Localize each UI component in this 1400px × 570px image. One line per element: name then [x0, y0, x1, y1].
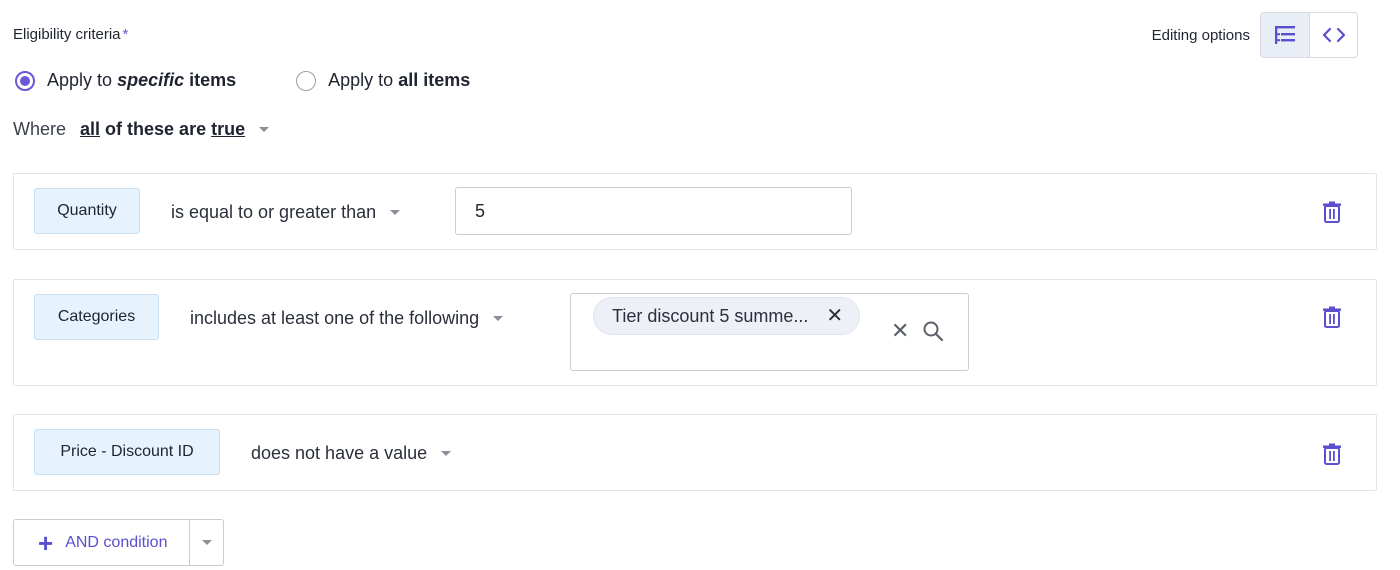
add-condition-dropdown-button[interactable]	[189, 520, 223, 565]
apply-specific-items-option[interactable]: Apply to specific items	[15, 70, 236, 91]
condition-row: Quantity is equal to or greater than 5	[13, 173, 1377, 250]
condition-field-label: Categories	[57, 308, 136, 325]
where-middle-text: of these are	[105, 119, 207, 139]
radio-specific-items[interactable]	[15, 70, 35, 91]
eligibility-label-text: Eligibility criteria	[13, 26, 121, 43]
apply-all-prefix: Apply to	[328, 70, 394, 90]
delete-condition-button[interactable]	[1320, 305, 1344, 329]
chevron-down-icon	[201, 540, 212, 545]
remove-tag-icon[interactable]: ✕	[826, 306, 843, 326]
code-icon	[1322, 27, 1345, 43]
condition-row: Categories includes at least one of the …	[13, 279, 1377, 386]
clear-all-icon[interactable]: ✕	[891, 318, 909, 344]
trash-icon	[1323, 306, 1341, 328]
apply-specific-suffix: items	[189, 70, 237, 90]
category-multiselect[interactable]: Tier discount 5 summe... ✕ ✕	[570, 293, 969, 371]
chevron-down-icon	[493, 316, 504, 321]
condition-operator-dropdown[interactable]: is equal to or greater than	[171, 202, 401, 223]
required-mark: *	[122, 26, 129, 43]
apply-specific-prefix: Apply to	[47, 70, 113, 90]
selected-category-tag: Tier discount 5 summe... ✕	[593, 297, 861, 335]
condition-field-label: Price - Discount ID	[60, 443, 194, 460]
trash-icon	[1323, 443, 1341, 465]
list-tree-icon	[1275, 26, 1295, 44]
condition-operator-dropdown[interactable]: includes at least one of the following	[190, 308, 504, 329]
editing-options-label: Editing options	[1151, 26, 1250, 44]
chevron-down-icon	[259, 127, 270, 132]
condition-value-text: 5	[475, 200, 486, 221]
where-clause: Where all of these are true	[13, 119, 270, 140]
visual-editor-button[interactable]	[1261, 13, 1309, 57]
condition-field-chip[interactable]: Categories	[34, 294, 159, 340]
where-prefix: Where	[13, 119, 67, 139]
apply-all-bold: all items	[398, 70, 471, 90]
condition-operator-dropdown[interactable]: does not have a value	[251, 443, 452, 464]
condition-operator-label: includes at least one of the following	[190, 308, 480, 328]
where-all-text: all	[80, 119, 101, 139]
editing-options: Editing options	[1152, 12, 1358, 58]
condition-field-chip[interactable]: Quantity	[34, 188, 140, 234]
delete-condition-button[interactable]	[1320, 442, 1344, 466]
condition-operator-label: is equal to or greater than	[171, 202, 377, 222]
condition-value-input[interactable]: 5	[455, 187, 852, 235]
and-condition-label: AND condition	[65, 533, 168, 551]
plus-icon: +	[38, 527, 54, 558]
where-true-text: true	[211, 119, 246, 139]
apply-scope-radio-group: Apply to specific items Apply to all ite…	[15, 70, 470, 91]
and-condition-split-button: + AND condition	[13, 519, 225, 566]
trash-icon	[1323, 201, 1341, 223]
condition-operator-label: does not have a value	[251, 443, 428, 463]
delete-condition-button[interactable]	[1320, 200, 1344, 224]
chevron-down-icon	[390, 210, 401, 215]
radio-all-items[interactable]	[296, 70, 317, 91]
condition-row: Price - Discount ID does not have a valu…	[13, 414, 1377, 491]
eligibility-criteria-label: Eligibility criteria *	[13, 26, 128, 43]
search-icon[interactable]	[922, 320, 944, 342]
apply-specific-em: specific	[117, 70, 185, 90]
add-and-condition-button[interactable]: + AND condition	[14, 520, 189, 565]
apply-all-items-option[interactable]: Apply to all items	[296, 70, 470, 91]
condition-field-label: Quantity	[57, 202, 117, 219]
where-logic-selector[interactable]: all of these are true	[80, 119, 270, 140]
chevron-down-icon	[441, 451, 452, 456]
condition-field-chip[interactable]: Price - Discount ID	[34, 429, 220, 475]
editing-mode-toggle	[1260, 12, 1358, 58]
code-editor-button[interactable]	[1309, 13, 1357, 57]
category-tag-label: Tier discount 5 summe...	[612, 305, 809, 326]
